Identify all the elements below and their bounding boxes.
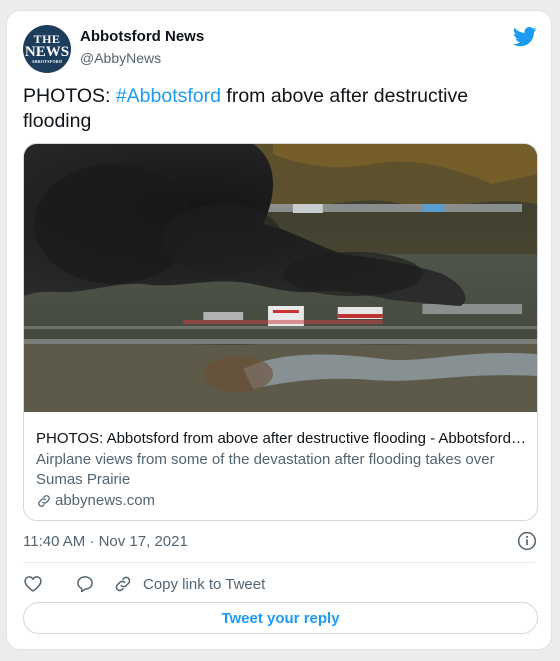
link-card-description: Airplane views from some of the devastat… xyxy=(36,451,495,488)
tweet-reply-button[interactable]: Tweet your reply xyxy=(23,602,538,634)
link-card-title[interactable]: PHOTOS: Abbotsford from above after dest… xyxy=(36,430,528,447)
twitter-bird-icon[interactable] xyxy=(513,27,537,47)
avatar-text-line3: ABBOTSFORD xyxy=(31,59,63,65)
link-card-domain[interactable]: abbynews.com xyxy=(36,492,155,509)
copy-link-button[interactable]: Copy link to Tweet xyxy=(113,574,265,594)
speech-bubble-icon xyxy=(77,576,93,593)
reply-icon-button[interactable] xyxy=(75,574,113,594)
avatar-text-line2: NEWS xyxy=(24,44,70,61)
copy-link-label: Copy link to Tweet xyxy=(143,575,266,593)
avatar[interactable]: THE NEWS ABBOTSFORD xyxy=(23,25,71,73)
link-icon xyxy=(115,576,131,592)
link-icon xyxy=(38,494,50,507)
heart-icon xyxy=(24,576,42,592)
link-preview-card[interactable]: PHOTOS: Abbotsford from above after dest… xyxy=(23,143,538,521)
tweet-text: PHOTOS: #Abbotsford from above after des… xyxy=(23,84,533,134)
tweet-card: THE NEWS ABBOTSFORD Abbotsford News @Abb… xyxy=(6,10,552,650)
flood-smoke-aerial-photo xyxy=(24,144,537,412)
action-bar: Copy link to Tweet xyxy=(23,571,265,597)
account-handle[interactable]: @AbbyNews xyxy=(80,50,161,66)
hashtag-link[interactable]: #Abbotsford xyxy=(116,85,221,107)
link-domain-text: abbynews.com xyxy=(55,492,156,509)
tweet-text-prefix: PHOTOS: xyxy=(23,85,116,107)
account-name[interactable]: Abbotsford News xyxy=(80,28,204,45)
like-button[interactable] xyxy=(23,574,75,594)
tweet-timestamp[interactable]: 11:40 AM · Nov 17, 2021 xyxy=(23,533,188,550)
info-icon[interactable] xyxy=(517,531,537,551)
divider xyxy=(23,562,535,563)
